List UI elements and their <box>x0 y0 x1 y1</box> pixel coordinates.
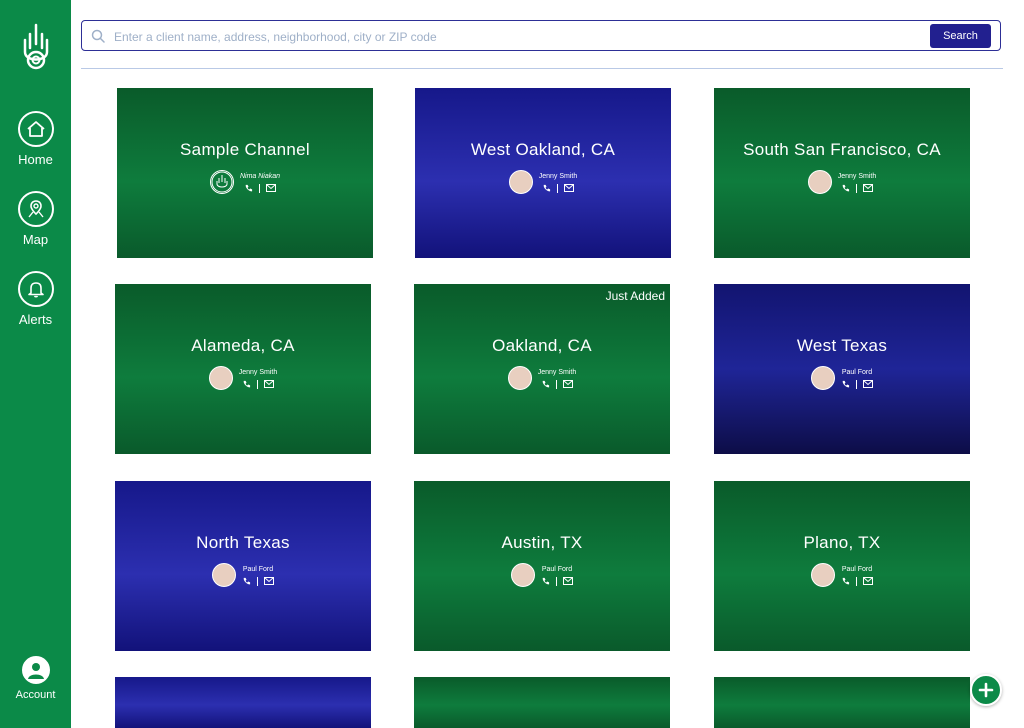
owner-name: Paul Ford <box>541 565 573 573</box>
user-icon <box>21 656 50 684</box>
channel-title: North Texas <box>196 533 290 552</box>
channel-card-north-texas[interactable]: North Texas Paul Ford <box>115 481 371 651</box>
nav-account-label: Account <box>15 689 56 701</box>
separator <box>258 183 260 193</box>
separator <box>556 379 557 389</box>
search-button[interactable]: Search <box>930 24 991 48</box>
phone-icon[interactable] <box>542 184 551 193</box>
home-icon <box>17 111 54 147</box>
separator <box>856 576 857 586</box>
owner-name: Paul Ford <box>841 565 873 573</box>
search-input[interactable] <box>112 27 916 47</box>
mail-icon[interactable] <box>863 380 873 388</box>
mail-icon[interactable] <box>563 577 573 585</box>
channel-title: Alameda, CA <box>191 336 295 355</box>
phone-icon[interactable] <box>841 184 850 193</box>
mail-icon[interactable] <box>863 577 873 585</box>
separator <box>257 576 258 586</box>
avatar <box>811 563 835 587</box>
avatar <box>811 366 835 390</box>
avatar <box>807 170 832 194</box>
bell-icon <box>17 271 54 307</box>
phone-icon[interactable] <box>244 184 253 193</box>
mail-icon[interactable] <box>564 184 574 192</box>
mail-icon[interactable] <box>264 577 274 585</box>
owner-name: Jenny Smith <box>238 368 278 376</box>
channel-title: South San Francisco, CA <box>743 140 941 159</box>
mail-icon[interactable] <box>264 380 274 388</box>
nav-home[interactable]: Home <box>0 111 71 167</box>
separator <box>856 183 857 193</box>
avatar <box>511 563 535 587</box>
channel-card-partial[interactable] <box>714 677 970 728</box>
channel-card-west-oakland[interactable]: West Oakland, CA Jenny Smith <box>415 88 671 258</box>
mail-icon[interactable] <box>563 380 573 388</box>
channel-title: Plano, TX <box>803 533 881 552</box>
owner-name: Nima Niakan <box>239 172 281 180</box>
phone-icon[interactable] <box>242 577 251 586</box>
nav-map-label: Map <box>22 232 49 247</box>
channel-title: West Oakland, CA <box>470 140 616 159</box>
nav-home-label: Home <box>18 152 53 167</box>
brand-logo-icon[interactable] <box>20 22 52 72</box>
channel-owner: Jenny Smith <box>115 366 371 390</box>
nav-account[interactable]: Account <box>0 656 71 701</box>
owner-name: Jenny Smith <box>537 368 577 376</box>
channel-card-partial[interactable] <box>115 677 371 728</box>
channel-title: Oakland, CA <box>492 336 592 355</box>
avatar <box>508 170 533 194</box>
search-bar: Search <box>81 20 1001 51</box>
phone-icon[interactable] <box>841 380 850 389</box>
nav-map[interactable]: Map <box>0 191 71 247</box>
channel-card-west-texas[interactable]: West Texas Paul Ford <box>714 284 970 454</box>
channel-card-plano[interactable]: Plano, TX Paul Ford <box>714 481 970 651</box>
avatar <box>212 563 236 587</box>
channel-title: West Texas <box>796 336 888 355</box>
channel-owner: Jenny Smith <box>415 170 671 194</box>
channel-owner: Paul Ford <box>714 563 970 587</box>
just-added-badge: Just Added <box>605 289 665 303</box>
owner-name: Jenny Smith <box>837 172 877 180</box>
phone-icon[interactable] <box>541 380 550 389</box>
channel-title: Sample Channel <box>180 140 310 159</box>
nav-alerts[interactable]: Alerts <box>0 271 71 327</box>
channel-owner: Paul Ford <box>414 563 670 587</box>
channel-title: Austin, TX <box>501 533 583 552</box>
separator <box>556 576 557 586</box>
mail-icon[interactable] <box>265 184 276 192</box>
channel-owner: Nima Niakan <box>117 170 373 194</box>
sidebar: Home Map Alerts Account <box>0 0 71 728</box>
owner-name: Paul Ford <box>841 368 873 376</box>
nav-alerts-label: Alerts <box>18 312 53 327</box>
search-icon <box>91 29 105 43</box>
header-divider <box>81 68 1003 69</box>
separator <box>856 379 857 389</box>
owner-name: Jenny Smith <box>538 172 578 180</box>
mail-icon[interactable] <box>863 184 873 192</box>
channel-card-south-san-francisco[interactable]: South San Francisco, CA Jenny Smith <box>714 88 970 258</box>
channel-card-austin[interactable]: Austin, TX Paul Ford <box>414 481 670 651</box>
channel-card-sample-channel[interactable]: Sample Channel Nima Niakan <box>117 88 373 258</box>
phone-icon[interactable] <box>242 380 251 389</box>
avatar <box>208 366 233 390</box>
brand-logo-icon <box>209 170 234 194</box>
phone-icon[interactable] <box>541 577 550 586</box>
channel-owner: Paul Ford <box>115 563 371 587</box>
add-channel-button[interactable] <box>970 674 1002 706</box>
plus-icon <box>978 682 994 698</box>
map-pin-icon <box>17 191 54 227</box>
channel-owner: Jenny Smith <box>414 366 670 390</box>
phone-icon[interactable] <box>841 577 850 586</box>
channel-card-partial[interactable] <box>414 677 670 728</box>
separator <box>557 183 558 193</box>
separator <box>257 379 258 389</box>
channel-card-oakland[interactable]: Just Added Oakland, CA Jenny Smith <box>414 284 670 454</box>
channel-owner: Jenny Smith <box>714 170 970 194</box>
avatar <box>507 366 532 390</box>
owner-name: Paul Ford <box>242 565 274 573</box>
channel-card-alameda[interactable]: Alameda, CA Jenny Smith <box>115 284 371 454</box>
channel-owner: Paul Ford <box>714 366 970 390</box>
